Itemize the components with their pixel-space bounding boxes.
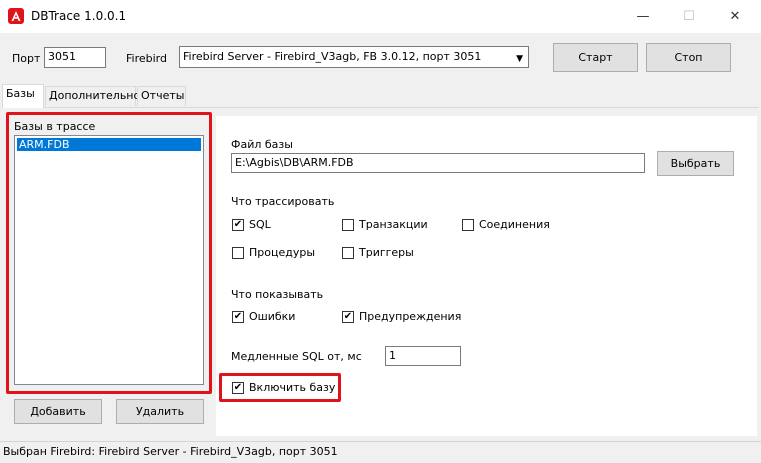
choose-file-button[interactable]: Выбрать [657,151,734,176]
errors-checkbox[interactable]: ✔ Ошибки [232,310,295,323]
status-text: Выбран Firebird: Firebird Server - Fireb… [3,445,338,458]
maximize-button[interactable]: ☐ [666,0,712,33]
firebird-label: Firebird [126,52,167,65]
stop-button[interactable]: Стоп [646,43,731,72]
checkbox-box-icon [232,246,244,259]
checkbox-box-icon [342,218,354,231]
checkbox-check-icon: ✔ [232,310,244,323]
chevron-down-icon: ▼ [516,54,523,64]
slow-sql-input[interactable]: 1 [385,346,461,366]
connections-checkbox-label: Соединения [479,218,550,231]
show-label: Что показывать [231,288,324,301]
status-bar: Выбран Firebird: Firebird Server - Fireb… [0,441,761,463]
checkbox-check-icon: ✔ [342,310,354,323]
tab-additional[interactable]: Дополнительно [45,86,140,106]
minimize-button[interactable]: — [620,0,666,33]
checkbox-box-icon [462,218,474,231]
connections-checkbox[interactable]: Соединения [462,218,550,231]
procedures-checkbox[interactable]: Процедуры [232,246,315,259]
app-logo-icon [8,8,24,24]
add-button[interactable]: Добавить [14,399,102,424]
checkbox-box-icon [342,246,354,259]
tab-reports[interactable]: Отчеты [137,86,186,106]
sql-checkbox[interactable]: ✔ SQL [232,218,271,231]
remove-button[interactable]: Удалить [116,399,204,424]
transactions-checkbox-label: Транзакции [359,218,428,231]
procedures-checkbox-label: Процедуры [249,246,316,259]
tab-bases[interactable]: Базы [2,84,44,108]
errors-checkbox-label: Ошибки [249,310,296,323]
transactions-checkbox[interactable]: Транзакции [342,218,428,231]
title-bar: DBTrace 1.0.0.1 — ☐ ✕ [0,0,761,33]
slow-sql-label: Медленные SQL от, мс [231,350,362,363]
window-title: DBTrace 1.0.0.1 [31,9,127,23]
bases-highlight-frame [6,112,212,394]
triggers-checkbox-label: Триггеры [359,246,414,259]
warnings-checkbox[interactable]: ✔ Предупреждения [342,310,461,323]
triggers-checkbox[interactable]: Триггеры [342,246,414,259]
firebird-select[interactable]: Firebird Server - Firebird_V3agb, FB 3.0… [179,46,529,68]
start-button[interactable]: Старт [553,43,638,72]
port-input[interactable]: 3051 [44,47,106,68]
trace-label: Что трассировать [231,195,335,208]
close-window-button[interactable]: ✕ [712,0,758,33]
port-label: Порт [12,52,41,65]
file-label: Файл базы [231,138,293,151]
checkbox-check-icon: ✔ [232,218,244,231]
enable-base-highlight-frame [219,373,341,402]
firebird-selected-value: Firebird Server - Firebird_V3agb, FB 3.0… [183,50,482,63]
warnings-checkbox-label: Предупреждения [359,310,462,323]
main-window: DBTrace 1.0.0.1 — ☐ ✕ Порт 3051 Firebird… [0,0,761,463]
file-path-input[interactable]: E:\Agbis\DB\ARM.FDB [231,153,645,173]
sql-checkbox-label: SQL [249,218,271,231]
